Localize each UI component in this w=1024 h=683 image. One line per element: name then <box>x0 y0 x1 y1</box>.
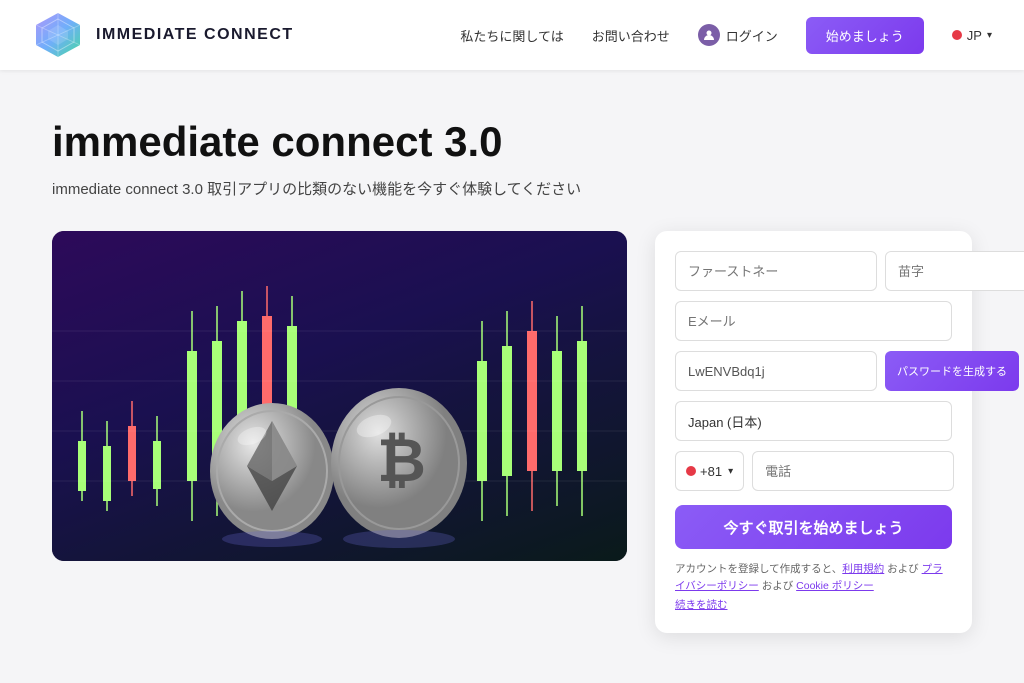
nav-about[interactable]: 私たちに関しては <box>460 26 563 45</box>
jp-flag <box>952 30 962 40</box>
chevron-down-icon: ▾ <box>728 466 733 477</box>
phone-input[interactable] <box>752 451 954 491</box>
password-row: パスワードを生成する <box>675 351 952 391</box>
logo-icon <box>32 9 84 61</box>
password-input[interactable] <box>675 351 877 391</box>
content-row: ₿ パスワードを生成する <box>52 231 972 633</box>
ethereum-coin <box>202 391 342 551</box>
coins-overlay: ₿ <box>52 231 627 561</box>
hero-subtitle: immediate connect 3.0 取引アプリの比類のない機能を今すぐ体… <box>52 178 972 199</box>
chevron-down-icon: ▾ <box>987 30 992 41</box>
main-nav: 私たちに関しては お問い合わせ ログイン 始めましょう JP ▾ <box>460 17 992 54</box>
svg-text:₿: ₿ <box>377 427 426 494</box>
phone-row: +81 ▾ <box>675 451 952 491</box>
language-selector[interactable]: JP ▾ <box>952 28 992 43</box>
bitcoin-coin: ₿ <box>322 376 477 551</box>
country-value: Japan (日本) <box>688 412 762 431</box>
phone-prefix-selector[interactable]: +81 ▾ <box>675 451 744 491</box>
generate-password-button[interactable]: パスワードを生成する <box>885 351 1019 391</box>
nav-login[interactable]: ログイン <box>698 24 778 46</box>
brand-name: IMMEDIATE CONNECT <box>96 26 294 44</box>
start-button[interactable]: 始めましょう <box>806 17 924 54</box>
first-name-input[interactable] <box>675 251 877 291</box>
email-input[interactable] <box>675 301 952 341</box>
country-selector[interactable]: Japan (日本) <box>675 401 952 441</box>
hero-title: immediate connect 3.0 <box>52 118 972 166</box>
disclaimer-prefix: アカウントを登録して作成すると、 <box>675 563 842 575</box>
cookie-link[interactable]: Cookie ポリシー <box>796 580 874 592</box>
last-name-input[interactable] <box>885 251 1024 291</box>
phone-prefix-value: +81 <box>700 464 722 479</box>
login-label: ログイン <box>726 26 778 45</box>
hero-image-card: ₿ <box>52 231 627 561</box>
terms-link[interactable]: 利用規約 <box>842 563 884 575</box>
phone-flag-icon <box>686 466 696 476</box>
submit-button[interactable]: 今すぐ取引を始めましょう <box>675 505 952 549</box>
user-icon <box>698 24 720 46</box>
header: IMMEDIATE CONNECT 私たちに関しては お問い合わせ ログイン 始… <box>0 0 1024 70</box>
name-row <box>675 251 952 291</box>
registration-form: パスワードを生成する Japan (日本) +81 ▾ 今すぐ取引を始めましょう… <box>655 231 972 633</box>
disclaimer-text: アカウントを登録して作成すると、利用規約 および プライバシーポリシー および … <box>675 561 952 613</box>
read-more-link[interactable]: 続きを読む <box>675 597 952 614</box>
logo-area: IMMEDIATE CONNECT <box>32 9 294 61</box>
nav-contact[interactable]: お問い合わせ <box>592 26 670 45</box>
lang-label: JP <box>967 28 982 43</box>
main-content: immediate connect 3.0 immediate connect … <box>0 70 1024 673</box>
